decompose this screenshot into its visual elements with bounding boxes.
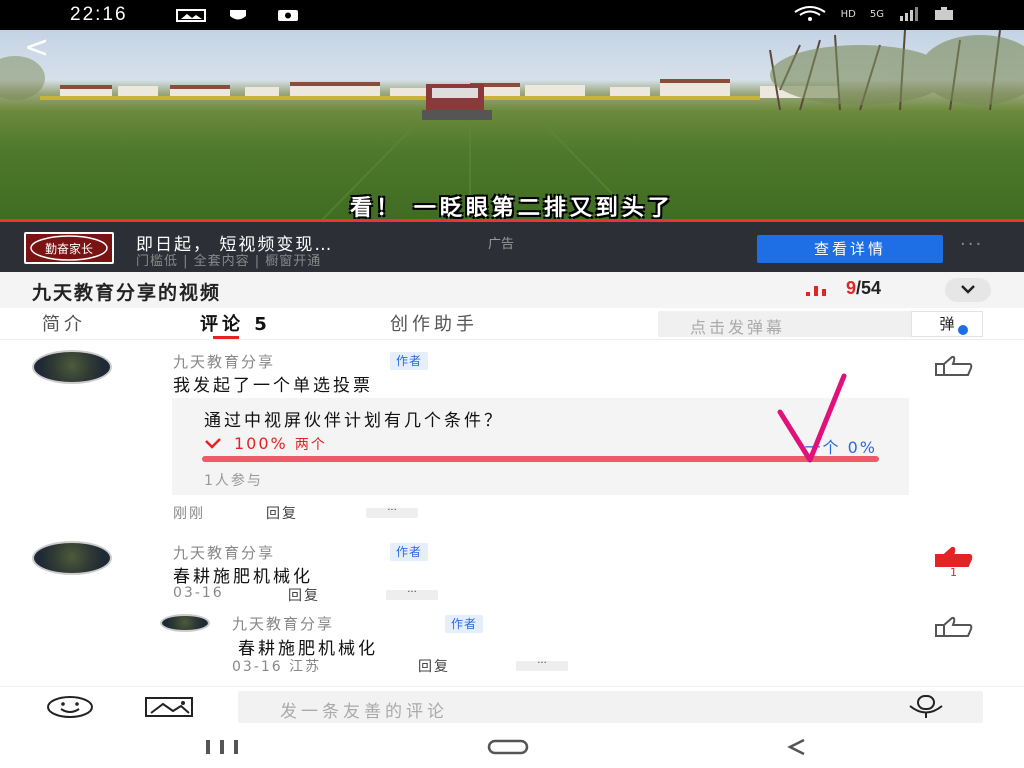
danmu-status-dot: [958, 325, 968, 335]
episode-total: /54: [856, 278, 882, 298]
poll-participants: 1人参与: [204, 473, 263, 489]
expand-episodes-button[interactable]: [945, 278, 991, 302]
image-icon[interactable]: [145, 697, 193, 717]
comment-text: 我发起了一个单选投票: [173, 376, 373, 396]
comment-text: 春耕施肥机械化: [173, 567, 313, 587]
comment-input[interactable]: 发一条友善的评论: [238, 691, 983, 723]
shield-icon: [230, 10, 246, 20]
tab-comments-count: 5: [254, 314, 271, 335]
playing-bars-icon: [806, 286, 826, 296]
check-icon: [205, 438, 221, 449]
comment-time: 03-16: [173, 585, 224, 601]
wifi-icon: [794, 6, 826, 21]
ad-banner[interactable]: 勤奋家长 即日起， 短视频变现… 广告 门槛低 | 全套内容 | 橱窗开通 查看…: [0, 222, 1024, 272]
more-button[interactable]: ···: [516, 659, 568, 671]
gallery-icon: [176, 9, 206, 22]
tab-intro[interactable]: 简介: [42, 310, 86, 336]
danmu-input[interactable]: 点击发弹幕 弹: [658, 311, 983, 337]
episode-current: 9: [846, 278, 857, 298]
reply-time-location: 03-16 江苏: [232, 659, 322, 675]
comment-composer: 发一条友善的评论: [0, 686, 1024, 726]
back-nav-icon[interactable]: [784, 738, 808, 756]
episode-counter[interactable]: 9/54: [846, 278, 881, 299]
tab-comments-label: 评论: [200, 314, 244, 335]
like-icon[interactable]: [934, 355, 974, 377]
back-button[interactable]: <: [24, 30, 49, 65]
microphone-icon[interactable]: [904, 695, 948, 719]
poll-option-1-label: 两个: [294, 437, 327, 453]
ad-logo-text: 勤奋家长: [45, 241, 93, 256]
more-button[interactable]: ···: [366, 506, 418, 518]
poll-option-1[interactable]: 100% 两个: [204, 434, 327, 454]
battery-icon: [935, 7, 953, 20]
ad-details-button[interactable]: 查看详情: [757, 235, 943, 263]
tab-creator-assistant[interactable]: 创作助手: [390, 310, 478, 336]
avatar[interactable]: [160, 614, 210, 632]
video-title-row: 九天教育分享的视频 9/54: [0, 272, 1024, 308]
ad-more-button[interactable]: ···: [960, 234, 983, 255]
video-subtitle: 看！ 一眨眼第二排又到头了: [350, 196, 674, 221]
danmu-toggle-label: 弹: [939, 315, 955, 333]
reply-username[interactable]: 九天教育分享: [232, 613, 334, 634]
emoji-icon[interactable]: [46, 695, 94, 719]
camera-icon: [278, 10, 298, 21]
avatar[interactable]: [32, 541, 112, 575]
home-icon[interactable]: [487, 739, 529, 755]
comment-username[interactable]: 九天教育分享: [173, 351, 275, 372]
avatar[interactable]: [32, 350, 112, 384]
status-right: HD 5G: [793, 6, 954, 22]
author-badge: 作者: [445, 615, 484, 633]
reply-button[interactable]: 回复: [266, 503, 298, 523]
status-time: 22:16: [70, 4, 128, 25]
annotation-checkmark: [777, 373, 847, 463]
like-icon[interactable]: [934, 616, 974, 638]
active-tab-indicator: [213, 336, 239, 339]
reply-button[interactable]: 回复: [418, 656, 450, 676]
system-nav-bar: [0, 726, 1024, 768]
signal-icon: [900, 7, 918, 21]
comment-username[interactable]: 九天教育分享: [173, 542, 275, 563]
poll-option-1-percent: 100%: [234, 434, 288, 453]
ad-tag: 广告: [488, 237, 515, 252]
ad-subtitle: 门槛低 | 全套内容 | 橱窗开通: [136, 254, 322, 269]
ad-logo: 勤奋家长: [24, 232, 114, 264]
recent-apps-icon[interactable]: [204, 740, 240, 754]
liked-icon[interactable]: [934, 546, 974, 568]
reply-button[interactable]: 回复: [288, 585, 320, 605]
chevron-down-icon: [961, 285, 975, 294]
like-count: 1: [950, 566, 957, 579]
danmu-placeholder: 点击发弹幕: [690, 318, 786, 337]
more-button[interactable]: ···: [386, 588, 438, 600]
comment-time: 刚刚: [173, 506, 205, 522]
signal-label: 5G: [869, 8, 884, 20]
comment-input-placeholder: 发一条友善的评论: [280, 702, 448, 722]
author-badge: 作者: [390, 543, 429, 561]
status-bar: 22:16 HD 5G: [0, 0, 1024, 30]
network-label: HD: [840, 8, 856, 20]
tab-bar: 简介 评论 5 创作助手 点击发弹幕 弹: [0, 308, 1024, 340]
poll-question: 通过中视屏伙伴计划有几个条件？: [204, 411, 504, 431]
danmu-toggle-button[interactable]: 弹: [911, 311, 983, 337]
video-player[interactable]: < 看！ 一眨眼第二排又到头了: [0, 30, 1024, 222]
author-badge: 作者: [390, 352, 429, 370]
ad-logo-image: 勤奋家长: [30, 235, 108, 261]
tab-comments[interactable]: 评论 5: [200, 310, 271, 336]
video-title: 九天教育分享的视频: [32, 282, 222, 304]
